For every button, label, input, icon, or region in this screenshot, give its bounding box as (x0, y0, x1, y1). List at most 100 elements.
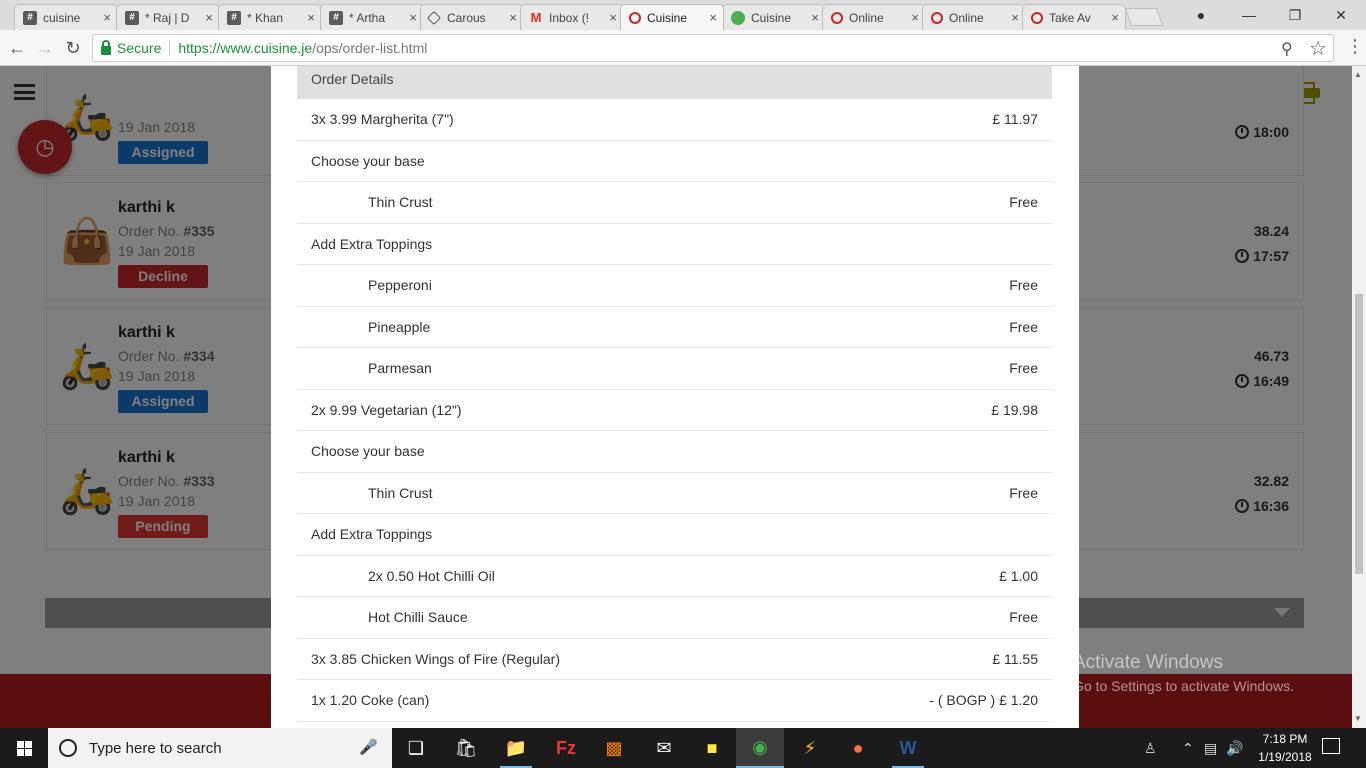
item-price: Free (1009, 277, 1038, 294)
clock-time: 7:18 PM (1262, 732, 1308, 746)
address-bar: ← → ↻ Secure https://www.cuisine.je /ops… (0, 30, 1366, 66)
browser-tab[interactable]: Online × (922, 4, 1026, 30)
dev-tool-icon[interactable]: ⚡ (786, 728, 834, 768)
item-price: £ 11.55 (992, 650, 1038, 667)
url-host: https://www.cuisine.je (178, 40, 313, 56)
browser-tab[interactable]: # * Raj | D × (116, 4, 220, 30)
task-view-icon[interactable]: ❏ (392, 728, 440, 768)
scroll-up-icon[interactable]: ▲ (1354, 70, 1362, 79)
order-option-row: Parmesan Free (297, 348, 1052, 390)
browser-tab[interactable]: Carous × (420, 4, 524, 30)
reload-icon[interactable]: ↻ (62, 37, 84, 59)
tab-title: Carous (447, 10, 486, 25)
item-label: Hot Chilli Sauce (368, 609, 468, 626)
item-label: Thin Crust (368, 484, 433, 501)
item-label: Pineapple (368, 318, 431, 335)
microphone-icon[interactable]: 🎤 (359, 738, 378, 756)
bookmark-star-icon[interactable]: ☆ (1309, 36, 1327, 61)
browser-tab[interactable]: # cuisine × (14, 4, 118, 30)
close-window-icon[interactable]: ✕ (1318, 0, 1364, 30)
item-price: Free (1009, 360, 1038, 377)
order-list-page: 🛍 40 🛵 45 ◷ 🛵19 Jan 2018Assigned18:00👜ka… (0, 66, 1352, 728)
tab-close-icon[interactable]: × (103, 10, 111, 25)
tab-title: Inbox (! (549, 10, 590, 25)
gmail-icon: M (530, 10, 542, 25)
forward-icon[interactable]: → (34, 37, 56, 59)
taskbar-search-box[interactable]: Type here to search 🎤 (48, 728, 392, 768)
order-option-row: 2x 0.50 Hot Chilli Oil £ 1.00 (297, 556, 1052, 597)
sticky-notes-icon[interactable]: ■ (688, 728, 736, 768)
browser-tab[interactable]: Cuisine × (722, 4, 826, 30)
order-item-row: Add Extra Toppings (297, 514, 1052, 556)
sublime-text-icon[interactable]: ▩ (590, 728, 638, 768)
order-option-row: Thin Crust Free (297, 473, 1052, 514)
restore-icon[interactable]: ❐ (1272, 0, 1318, 30)
back-icon[interactable]: ← (6, 37, 28, 59)
tab-title: Cuisine (647, 10, 688, 25)
item-label: Add Extra Toppings (311, 526, 433, 543)
item-price: £ 11.97 (992, 111, 1038, 128)
mail-icon[interactable]: ✉ (640, 728, 688, 768)
order-item-row: Add Extra Toppings (297, 224, 1052, 265)
taskbar-clock[interactable]: 7:18 PM 1/19/2018 (1254, 730, 1316, 766)
tab-title: * Khan (247, 10, 284, 25)
word-icon[interactable]: W (884, 728, 932, 768)
start-button[interactable] (0, 728, 48, 768)
browser-tab[interactable]: Take Av × (1022, 4, 1126, 30)
tab-close-icon[interactable]: × (811, 10, 819, 25)
tab-close-icon[interactable]: × (1111, 10, 1119, 25)
item-price: Free (1009, 194, 1038, 211)
scroll-down-icon[interactable]: ▼ (1354, 714, 1362, 723)
people-icon[interactable]: ♙ (1144, 728, 1157, 768)
zoom-icon[interactable]: ⚲ (1281, 39, 1293, 59)
tab-close-icon[interactable]: × (509, 10, 517, 25)
menu-kebab-icon[interactable]: ⋮ (1346, 36, 1364, 57)
order-option-row: Thin Crust Free (297, 182, 1052, 224)
browser-tab[interactable]: Online × (822, 4, 926, 30)
filezilla-icon[interactable]: Fz (542, 728, 590, 768)
notifications-icon[interactable] (1322, 738, 1340, 754)
firefox-icon[interactable]: ● (834, 728, 882, 768)
chrome-icon[interactable]: ◉ (736, 728, 784, 768)
tab-close-icon[interactable]: × (911, 10, 919, 25)
tab-close-icon[interactable]: × (709, 10, 717, 25)
tab-close-icon[interactable]: × (1011, 10, 1019, 25)
profile-icon[interactable]: ● (1178, 0, 1224, 30)
new-tab-button[interactable] (1124, 8, 1164, 26)
scroll-thumb[interactable] (1355, 294, 1363, 574)
page-scrollbar[interactable]: ▲ ▼ (1352, 66, 1366, 728)
tab-close-icon[interactable]: × (307, 10, 315, 25)
carousel-icon (426, 10, 442, 25)
minimize-icon[interactable]: — (1226, 0, 1272, 30)
search-placeholder: Type here to search (89, 739, 222, 757)
hash-icon: # (23, 10, 37, 25)
tab-close-icon[interactable]: × (409, 10, 417, 25)
tab-title: * Raj | D (145, 10, 190, 25)
hash-icon: # (227, 10, 241, 25)
tab-title: Online (949, 10, 984, 25)
file-explorer-icon[interactable]: 📁 (492, 728, 540, 768)
tab-title: Cuisine (751, 10, 792, 25)
item-price: - ( BOGP ) £ 1.20 (929, 692, 1038, 709)
item-price: Free (1009, 609, 1038, 626)
browser-tab[interactable]: Cuisine × (620, 4, 724, 30)
tab-close-icon[interactable]: × (205, 10, 213, 25)
browser-tab[interactable]: # * Khan × (218, 4, 322, 30)
item-label: Pepperoni (368, 277, 432, 294)
item-price: £ 1.00 (999, 567, 1038, 584)
tab-close-icon[interactable]: × (609, 10, 617, 25)
item-label: Parmesan (368, 360, 432, 377)
hash-icon: # (125, 10, 139, 25)
secure-label: Secure (117, 40, 162, 56)
order-item-row: 2x 9.99 Vegetarian (12") £ 19.98 (297, 390, 1052, 431)
browser-tab[interactable]: # * Artha × (320, 4, 424, 30)
item-label: 1x 1.20 Coke (can) (311, 692, 430, 709)
browser-tab[interactable]: M Inbox (! × (520, 4, 624, 30)
show-hidden-icons-chevron-up-icon[interactable]: ⌃ (1182, 728, 1194, 768)
network-icon[interactable]: ▤ (1204, 728, 1217, 768)
leaf-icon (731, 10, 745, 25)
volume-icon[interactable]: 🔊 (1226, 728, 1243, 768)
store-icon[interactable]: 🛍 (442, 728, 490, 768)
url-field[interactable]: Secure https://www.cuisine.je /ops/order… (92, 34, 1334, 62)
order-option-row: Hot Chilli Sauce Free (297, 597, 1052, 639)
